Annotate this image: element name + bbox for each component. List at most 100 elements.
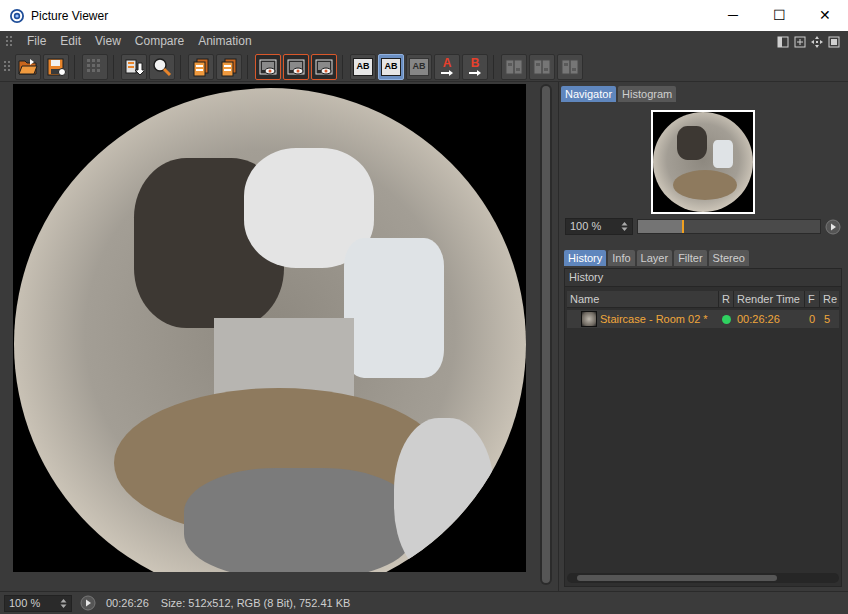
table-row[interactable]: Staircase - Room 02 *00:26:2605 bbox=[567, 310, 839, 328]
toolbar-slot bbox=[501, 54, 527, 80]
zoom-slider[interactable] bbox=[637, 219, 821, 234]
history-table: NameRRender TimeFRe Staircase - Room 02 *… bbox=[567, 291, 839, 586]
play-icon[interactable] bbox=[825, 219, 841, 235]
menu-item[interactable]: Animation bbox=[191, 31, 258, 52]
split-button[interactable] bbox=[501, 54, 527, 80]
swap-label: A bbox=[443, 57, 452, 69]
tab-label: Info bbox=[612, 252, 630, 264]
toolbar-slot bbox=[188, 54, 214, 80]
image-info: Size: 512x512, RGB (8 Bit), 752.41 KB bbox=[161, 595, 351, 612]
grid-button[interactable] bbox=[82, 54, 108, 80]
scroll-thumb[interactable] bbox=[577, 575, 777, 581]
compare-button[interactable]: AB bbox=[378, 54, 404, 80]
delete-image-icon bbox=[219, 57, 239, 77]
toolbar-separator bbox=[493, 55, 499, 79]
toolbar-slot bbox=[121, 54, 147, 80]
toolbar-separator bbox=[113, 55, 119, 79]
history-title: History bbox=[565, 269, 841, 287]
minimize-button[interactable]: ─ bbox=[710, 0, 756, 31]
swap-button[interactable]: B bbox=[462, 54, 488, 80]
move-icon[interactable] bbox=[810, 35, 824, 49]
tab-bar: History Info LayerFilterStereo bbox=[561, 250, 845, 266]
delete-image-icon bbox=[191, 57, 211, 77]
maximize-button[interactable]: ☐ bbox=[756, 0, 802, 31]
compare-content: AB bbox=[353, 58, 373, 76]
tab[interactable]: History bbox=[564, 250, 606, 266]
split-button[interactable] bbox=[529, 54, 555, 80]
render-image bbox=[14, 88, 526, 572]
window-title: Picture Viewer bbox=[31, 7, 108, 25]
scroll-thumb[interactable] bbox=[542, 86, 550, 583]
view-button[interactable] bbox=[311, 54, 337, 80]
side-panel: NavigatorHistogram100 %HistoryInfoLayerF… bbox=[558, 82, 848, 591]
split-view-icon bbox=[560, 57, 580, 77]
column-header[interactable]: F bbox=[805, 291, 820, 307]
export-button[interactable] bbox=[121, 54, 147, 80]
open-button[interactable] bbox=[15, 54, 41, 80]
close-button[interactable]: ✕ bbox=[802, 0, 848, 31]
toolbar-slot bbox=[283, 54, 309, 80]
toolbar-slot bbox=[557, 54, 583, 80]
compare-button[interactable]: AB bbox=[406, 54, 432, 80]
split-button[interactable] bbox=[557, 54, 583, 80]
toolbar-separator bbox=[247, 55, 253, 79]
export-content bbox=[124, 57, 144, 77]
delete-content bbox=[219, 57, 239, 77]
title-bar: Picture Viewer ─☐✕ bbox=[0, 0, 848, 31]
floor-shape bbox=[673, 170, 737, 200]
navigator-thumbnail[interactable] bbox=[651, 110, 755, 214]
tab[interactable]: Histogram bbox=[618, 86, 676, 102]
tab[interactable]: Info bbox=[608, 250, 634, 266]
swap-button[interactable]: A bbox=[434, 54, 460, 80]
menu-item[interactable]: Edit bbox=[53, 31, 88, 52]
play-icon[interactable] bbox=[80, 595, 96, 611]
zoom-button[interactable] bbox=[149, 54, 175, 80]
menu-item[interactable]: File bbox=[20, 31, 53, 52]
tab[interactable]: Layer bbox=[637, 250, 673, 266]
column-header[interactable]: Render Time bbox=[734, 291, 805, 307]
panel-layout-icon[interactable] bbox=[776, 35, 790, 49]
menu-item[interactable]: Compare bbox=[128, 31, 191, 52]
tab[interactable]: Navigator bbox=[561, 86, 616, 102]
maximize-panel-icon[interactable] bbox=[827, 35, 841, 49]
delete-button[interactable] bbox=[216, 54, 242, 80]
split-view-icon bbox=[532, 57, 552, 77]
column-header[interactable]: Name bbox=[567, 291, 719, 307]
delete-button[interactable] bbox=[188, 54, 214, 80]
carpet-shape bbox=[184, 468, 414, 572]
grip-icon bbox=[6, 35, 14, 49]
toolbar-slot: AB bbox=[406, 54, 432, 80]
zoom-field[interactable]: 100 % bbox=[565, 218, 633, 235]
zoom-content bbox=[152, 57, 172, 77]
zoom-field[interactable]: 100 % bbox=[4, 595, 72, 612]
add-panel-icon[interactable] bbox=[793, 35, 807, 49]
history-panel: History NameRRender TimeFRe Staircase - Ro… bbox=[564, 268, 842, 587]
swap-content: A bbox=[440, 57, 454, 76]
view-button[interactable] bbox=[283, 54, 309, 80]
status-dot bbox=[722, 315, 731, 324]
folder-icon bbox=[18, 57, 38, 77]
frame-cell: 0 bbox=[805, 311, 820, 328]
image-view-icon bbox=[314, 57, 334, 77]
compare-button[interactable]: AB bbox=[350, 54, 376, 80]
status-bar: 100 %00:26:26Size: 512x512, RGB (8 Bit),… bbox=[0, 591, 848, 614]
tab[interactable]: Filter bbox=[674, 250, 706, 266]
toolbar-slot bbox=[43, 54, 69, 80]
split-content bbox=[504, 57, 524, 77]
view-button[interactable] bbox=[255, 54, 281, 80]
save-button[interactable] bbox=[43, 54, 69, 80]
column-header[interactable]: R bbox=[719, 291, 734, 307]
zoom-value: 100 % bbox=[570, 218, 621, 235]
grip-icon bbox=[4, 60, 12, 74]
toolbar: AB AB AB AB bbox=[0, 52, 848, 82]
vertical-scrollbar[interactable] bbox=[540, 84, 552, 585]
table-empty-area bbox=[567, 328, 839, 573]
column-header[interactable]: Re bbox=[820, 291, 839, 307]
compare-box: AB bbox=[409, 58, 429, 76]
render-thumbnail-icon bbox=[581, 311, 597, 327]
tab[interactable]: Stereo bbox=[709, 250, 749, 266]
thumbnail-canvas bbox=[653, 112, 753, 212]
horizontal-scrollbar[interactable] bbox=[567, 573, 839, 583]
menu-item[interactable]: View bbox=[88, 31, 128, 52]
beanbag-shape bbox=[394, 418, 494, 572]
